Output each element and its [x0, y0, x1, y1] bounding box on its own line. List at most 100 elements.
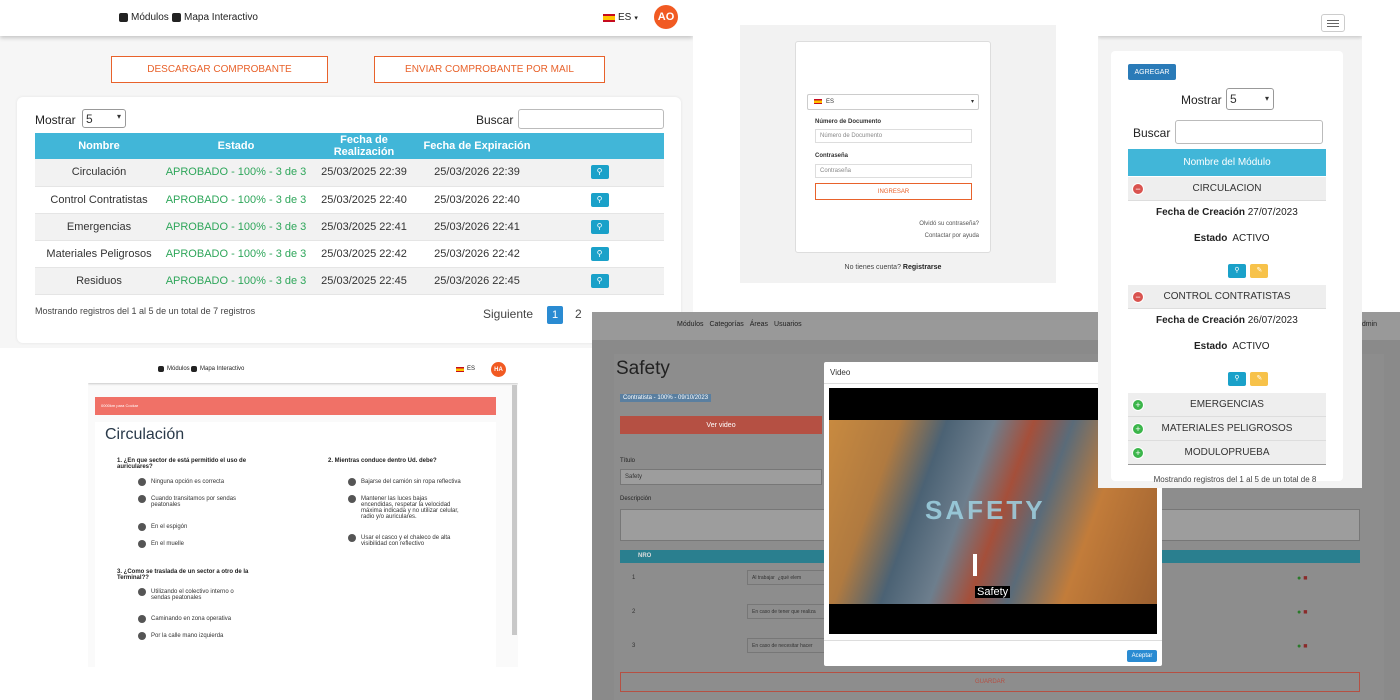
radio-option[interactable] [138, 478, 146, 486]
radio-option[interactable] [138, 495, 146, 503]
email-receipt-button[interactable]: ENVIAR COMPROBANTE POR MAIL [374, 56, 605, 83]
question-3: 3. ¿Como se traslada de un sector a otro… [117, 569, 249, 581]
show-label: Mostrar [35, 113, 76, 127]
table-row: Residuos APROBADO - 100% - 3 de 3 25/03/… [35, 267, 664, 295]
nav-map-link[interactable]: Mapa Interactivo [172, 12, 258, 23]
search-input[interactable] [518, 109, 664, 129]
radio-option[interactable] [348, 534, 356, 542]
delete-icon[interactable]: ■ [1303, 609, 1307, 616]
state-value: ACTIVO [1232, 233, 1270, 244]
add-icon[interactable]: ● [1297, 643, 1301, 650]
language-select[interactable]: ES ▾ [807, 94, 979, 110]
help-link[interactable]: Contactar por ayuda [925, 233, 979, 239]
quiz-title: Circulación [105, 426, 185, 443]
module-row-control-contratistas[interactable]: − CONTROL CONTRATISTAS [1128, 285, 1326, 309]
collapse-icon[interactable]: − [1132, 183, 1144, 195]
state-value: ACTIVO [1232, 341, 1270, 352]
edit-icon[interactable]: ✎ [1250, 372, 1269, 386]
col-name[interactable]: Nombre [35, 133, 163, 159]
radio-option[interactable] [138, 615, 146, 623]
radio-option[interactable] [138, 523, 146, 531]
status-text: APROBADO - 100% - 3 de 3 [163, 186, 309, 214]
chevron-down-icon: ▾ [1264, 94, 1269, 103]
nav-users-link[interactable]: Usuarios [774, 321, 802, 328]
quiz-navbar: Módulos Mapa Interactivo ES HA [88, 355, 518, 383]
forgot-password-link[interactable]: Olvidó su contraseña? [919, 221, 979, 227]
edit-icon[interactable]: ✎ [1250, 264, 1269, 278]
next-page-link[interactable]: Siguiente [483, 307, 533, 321]
table-row: Materiales Peligrosos APROBADO - 100% - … [35, 240, 664, 268]
login-button[interactable]: INGRESAR [815, 183, 972, 200]
radio-option[interactable] [138, 632, 146, 640]
scrollbar[interactable] [512, 385, 517, 635]
page-1-button[interactable]: 1 [547, 306, 563, 324]
password-input[interactable]: Contraseña [815, 164, 972, 178]
collapse-icon[interactable]: − [1132, 291, 1144, 303]
status-text: APROBADO - 100% - 3 de 3 [163, 267, 309, 295]
page-size-select[interactable]: 5 ▾ [82, 109, 126, 128]
language-selector[interactable]: ES ▾ [603, 12, 638, 23]
search-icon[interactable]: ⚲ [1228, 372, 1246, 386]
module-row-emergencias[interactable]: + EMERGENCIAS [1128, 393, 1326, 417]
page-2-button[interactable]: 2 [575, 307, 582, 321]
delete-icon[interactable]: ■ [1303, 643, 1307, 650]
add-icon[interactable]: ● [1297, 575, 1301, 582]
nav-modules-link[interactable]: Módulos [677, 321, 703, 328]
title-input[interactable]: Safety [620, 469, 822, 485]
nav-modules-link[interactable]: Módulos [158, 366, 190, 372]
radio-option[interactable] [138, 540, 146, 548]
user-avatar[interactable]: AO [654, 5, 678, 29]
radio-option[interactable] [348, 495, 356, 503]
accept-button[interactable]: Aceptar [1127, 650, 1157, 662]
nav-categories-link[interactable]: Categorías [709, 321, 743, 328]
add-module-button[interactable]: AGREGAR [1128, 64, 1176, 80]
expand-icon[interactable]: + [1132, 399, 1144, 411]
expand-icon[interactable]: + [1132, 447, 1144, 459]
add-icon[interactable]: ● [1297, 609, 1301, 616]
question-2: 2. Mientras conduce dentro Ud. debe? [328, 458, 437, 464]
top-navbar: Módulos Mapa Interactivo ES ▾ AO [0, 0, 693, 36]
quiz-card: Circulación 1. ¿En que sector de está pe… [95, 422, 496, 667]
spain-flag-icon [456, 366, 464, 372]
nav-areas-link[interactable]: Áreas [750, 321, 768, 328]
row-actions: ⚲ ✎ [1228, 367, 1269, 386]
view-button[interactable]: ⚲ [590, 273, 609, 288]
view-button[interactable]: ⚲ [590, 165, 609, 180]
view-button[interactable]: ⚲ [590, 246, 609, 261]
delete-icon[interactable]: ■ [1303, 575, 1307, 582]
radio-option[interactable] [348, 478, 356, 486]
hamburger-menu-icon[interactable] [1321, 14, 1345, 32]
description-label: Descripción [620, 496, 652, 502]
radio-option[interactable] [138, 588, 146, 596]
col-done-date[interactable]: Fecha de Realización [309, 133, 419, 159]
language-selector[interactable]: ES [456, 366, 475, 372]
doc-input[interactable]: Número de Documento [815, 129, 972, 143]
question-input[interactable]: En caso de necesitar hacer [747, 638, 827, 653]
expand-icon[interactable]: + [1132, 423, 1144, 435]
download-receipt-button[interactable]: DESCARGAR COMPROBANTE [111, 56, 328, 83]
view-button[interactable]: ⚲ [590, 219, 609, 234]
col-status[interactable]: Estado [163, 133, 309, 159]
nav-modules-link[interactable]: Módulos [119, 12, 169, 23]
chevron-down-icon: ▾ [634, 14, 638, 22]
save-button[interactable]: GUARDAR [620, 672, 1360, 692]
video-overlay-text: SAFETY [925, 495, 1046, 525]
module-row-moduloprueba[interactable]: + MODULOPRUEBA [1128, 441, 1326, 465]
page-size-select[interactable]: 5 ▾ [1226, 88, 1274, 110]
question-input[interactable]: Al trabajar ¿qué elem [747, 570, 827, 585]
col-exp-date[interactable]: Fecha de Expiración [419, 133, 535, 159]
question-input[interactable]: En caso de tener que realiza [747, 604, 827, 619]
view-button[interactable]: ⚲ [590, 192, 609, 207]
search-icon[interactable]: ⚲ [1228, 264, 1246, 278]
user-avatar[interactable]: HA [491, 362, 506, 377]
see-video-button[interactable]: Ver video [620, 416, 822, 434]
register-link[interactable]: Registrarse [903, 264, 942, 271]
module-row-circulacion[interactable]: − CIRCULACION [1128, 177, 1326, 201]
table-row: Emergencias APROBADO - 100% - 3 de 3 25/… [35, 213, 664, 241]
module-row-materiales[interactable]: + MATERIALES PELIGROSOS [1128, 417, 1326, 441]
nav-map-link[interactable]: Mapa Interactivo [191, 366, 244, 372]
col-module-name[interactable]: Nombre del Módulo [1128, 149, 1326, 176]
video-caption: Safety [975, 586, 1011, 598]
status-text: APROBADO - 100% - 3 de 3 [163, 159, 309, 187]
search-input[interactable] [1175, 120, 1323, 144]
